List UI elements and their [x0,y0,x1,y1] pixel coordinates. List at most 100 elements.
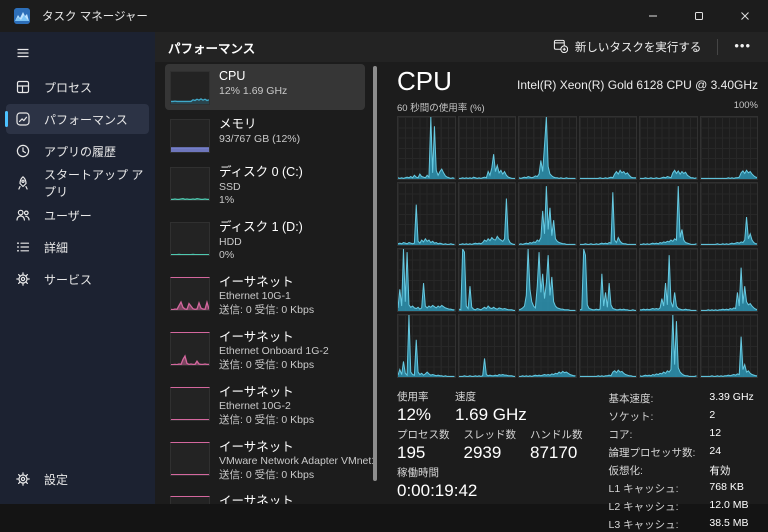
sidebar-nav: プロセスパフォーマンスアプリの履歴スタートアップ アプリユーザー詳細サービス [0,70,155,296]
spec-label: 仮想化: [609,463,696,478]
core-graph-cpu-19 [458,314,517,378]
memory-mini-graph [170,119,210,153]
new-task-icon [553,38,568,56]
perf-item-subtitle: 93/767 GB (12%) [219,133,300,147]
perf-item-title: ディスク 0 (C:) [219,165,303,181]
perf-item-subtitle: HDD [219,236,303,250]
perf-item-subtitle: 0% [219,249,303,263]
core-graph-cpu-10 [639,182,698,246]
perf-item-title: イーサネット [219,494,360,504]
sidebar-item-label: プロセス [44,79,92,96]
sidebar-item-performance[interactable]: パフォーマンス [6,104,149,134]
maximize-button[interactable] [676,0,722,32]
sidebar: プロセスパフォーマンスアプリの履歴スタートアップ アプリユーザー詳細サービス 設… [0,32,155,504]
cpu-stats-left: 使用率 12% 速度 1.69 GHz プロセス数 [397,387,583,532]
perf-item-subtitle: 送信: 0 受信: 0 Kbps [219,304,314,318]
speed-value: 1.69 GHz [455,405,527,425]
services-icon [15,271,31,287]
detail-title: CPU [397,67,452,97]
perf-item-title: イーサネット [219,440,360,456]
disk1-mini-graph [170,222,210,256]
sidebar-item-label: アプリの履歴 [44,143,116,160]
graph-max-label: 100% [734,100,758,114]
performance-content: CPU12% 1.69 GHzメモリ93/767 GB (12%)ディスク 0 … [155,62,768,504]
speed-label: 速度 [455,389,527,404]
threads-label: スレッド数 [464,427,517,442]
core-graph-cpu-6 [397,182,456,246]
sidebar-item-services[interactable]: サービス [6,264,149,294]
disk0-mini-graph [170,167,210,201]
scrollbar-thumb[interactable] [373,66,377,481]
perf-item-subtitle: 送信: 0 受信: 0 Kbps [219,469,360,483]
perf-item-subtitle: Ethernet 10G-1 [219,290,314,304]
core-graph-cpu-4 [639,116,698,180]
perf-list-item-disk1[interactable]: ディスク 1 (D:)HDD0% [165,215,365,268]
sidebar-item-details[interactable]: 詳細 [6,232,149,262]
handles-value: 87170 [530,443,583,463]
core-graph-cpu-20 [518,314,577,378]
main-area: パフォーマンス 新しいタスクを実行する ••• CPU12% 1.69 GHzメ… [155,32,768,504]
perf-list-item-eth3[interactable]: イーサネットEthernet 10G-2送信: 0 受信: 0 Kbps [165,380,365,433]
hamburger-menu-button[interactable] [6,38,149,68]
perf-item-title: イーサネット [219,330,329,346]
sidebar-item-settings[interactable]: 設定 [6,464,149,494]
perf-item-subtitle: Ethernet 10G-2 [219,400,314,414]
perf-list-item-eth4[interactable]: イーサネットVMware Network Adapter VMnet1送信: 0… [165,435,365,488]
sidebar-item-app-history[interactable]: アプリの履歴 [6,136,149,166]
perf-list-item-eth1[interactable]: イーサネットEthernet 10G-1送信: 0 受信: 0 Kbps [165,270,365,323]
perf-item-title: ディスク 1 (D:) [219,220,303,236]
details-icon [15,239,31,255]
app-icon [14,8,30,24]
processes-label: プロセス数 [397,427,450,442]
core-graph-cpu-12 [397,248,456,312]
core-graph-cpu-15 [579,248,638,312]
spec-label: コア: [609,427,696,442]
sidebar-item-label: 詳細 [44,239,68,256]
spec-value: 12.0 MB [709,499,753,514]
run-new-task-button[interactable]: 新しいタスクを実行する [544,34,711,60]
sidebar-item-users[interactable]: ユーザー [6,200,149,230]
perf-list-item-disk0[interactable]: ディスク 0 (C:)SSD1% [165,160,365,213]
core-graph-cpu-3 [579,116,638,180]
perf-list-item-cpu[interactable]: CPU12% 1.69 GHz [165,64,365,110]
cpu-mini-graph [170,71,210,105]
core-graph-cpu-5 [700,116,759,180]
perf-list-item-eth2[interactable]: イーサネットEthernet Onboard 1G-2送信: 0 受信: 0 K… [165,325,365,378]
core-graph-cpu-7 [458,182,517,246]
spec-value: 24 [709,445,753,460]
page-title: パフォーマンス [168,38,255,57]
logical-processors-grid [397,116,758,378]
core-graph-cpu-9 [579,182,638,246]
spec-value: 38.5 MB [709,517,753,532]
list-scrollbar[interactable] [373,66,377,498]
history-icon [15,143,31,159]
run-new-task-label: 新しいタスクを実行する [575,39,702,55]
perf-item-title: イーサネット [219,385,314,401]
perf-list-wrap: CPU12% 1.69 GHzメモリ93/767 GB (12%)ディスク 0 … [165,64,381,504]
users-icon [15,207,31,223]
task-manager-window: タスク マネージャー プロセスパフォーマンスアプリの履歴スタートアップ アプリユ… [0,0,768,504]
perf-item-subtitle: Ethernet Onboard 1G-2 [219,345,329,359]
page-header: パフォーマンス 新しいタスクを実行する ••• [155,32,768,62]
spec-value: 768 KB [709,481,753,496]
perf-list-item-eth5[interactable]: イーサネットVMware Network Adapter VMnet8送信: 0… [165,489,365,504]
hamburger-icon [15,45,31,61]
core-graph-cpu-1 [458,116,517,180]
minimize-button[interactable] [630,0,676,32]
uptime-label: 稼働時間 [397,465,477,480]
eth1-mini-graph [170,277,210,311]
threads-value: 2939 [464,443,517,463]
more-options-button[interactable]: ••• [725,36,760,59]
window-title: タスク マネージャー [42,8,148,24]
cpu-model-name: Intel(R) Xeon(R) Gold 6128 CPU @ 3.40GHz [517,78,758,97]
processes-icon [15,79,31,95]
graph-axis-label: 60 秒間の使用率 (%) [397,100,485,114]
perf-list-item-memory[interactable]: メモリ93/767 GB (12%) [165,112,365,158]
core-graph-cpu-18 [397,314,456,378]
sidebar-item-startup[interactable]: スタートアップ アプリ [6,168,149,198]
close-button[interactable] [722,0,768,32]
core-graph-cpu-0 [397,116,456,180]
sidebar-item-processes[interactable]: プロセス [6,72,149,102]
perf-item-subtitle: 1% [219,194,303,208]
eth5-mini-graph [170,496,210,504]
